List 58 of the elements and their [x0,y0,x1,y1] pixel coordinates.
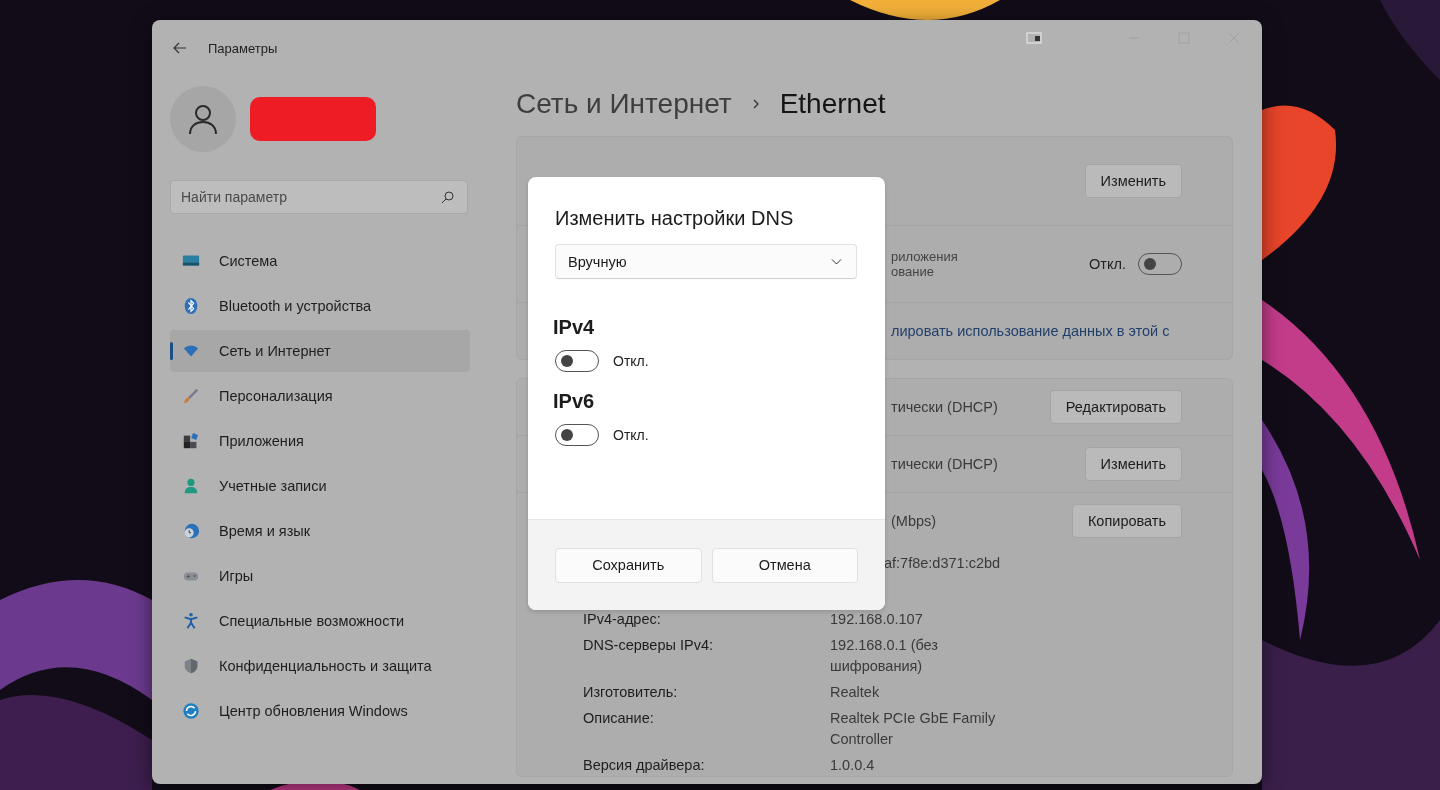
property-value: Realtek PCIe GbE Family Controller [830,709,997,749]
property-value: 192.168.0.107 [830,610,924,629]
sidebar-item[interactable]: Конфиденциальность и защита [170,645,470,687]
property-value: af:7f8e:d371:c2bd [883,554,1002,573]
section-heading: IPv6 [553,390,596,413]
back-arrow-icon[interactable] [172,40,188,56]
property-label: Версия драйвера: [583,756,706,775]
property-value: 192.168.0.1 (без шифрования) [830,636,939,676]
sidebar-item[interactable]: Bluetooth и устройства [170,285,470,327]
sidebar-item[interactable]: Центр обновления Windows [170,690,470,732]
category-icon [182,657,200,675]
sidebar-item[interactable]: Система [170,240,470,282]
category-icon [182,702,200,720]
window-title: Параметры [208,40,278,56]
dialog-button[interactable]: Отмена [711,547,858,583]
breadcrumb-link[interactable]: Сеть и Интернет [516,88,732,120]
action-button[interactable]: Изменить [1084,447,1182,481]
action-button[interactable]: Копировать [1071,504,1182,538]
property-label: IPv4-адрес: [583,610,662,629]
toggle-state: Откл. [1089,256,1126,272]
sidebar-item[interactable]: Время и язык [170,510,470,552]
dialog-title: Изменить настройки DNS [555,207,795,230]
setting-text: (Mbps) [891,513,937,529]
category-icon [182,522,200,540]
action-button[interactable]: Редактировать [1049,390,1182,424]
toggle-state: Откл. [613,353,649,369]
setting-link[interactable]: лировать использование данных в этой с [891,323,1170,339]
section-heading: IPv4 [553,316,596,339]
category-icon [182,612,200,630]
sidebar-item[interactable]: Приложения [170,420,470,462]
search-field[interactable]: Найти параметр [170,180,468,214]
property-value: Realtek [830,683,881,702]
search-icon [441,191,454,204]
setting-text: тически (DHCP) [891,399,998,415]
sidebar-item[interactable]: Игры [170,555,470,597]
sidebar-item[interactable]: Учетные записи [170,465,470,507]
person-icon [186,102,220,136]
sidebar-item[interactable]: Персонализация [170,375,470,417]
dropdown[interactable]: Вручную [555,244,857,279]
category-icon [182,387,200,405]
property-label: Описание: [583,709,655,728]
setting-text: тически (DHCP) [891,456,998,472]
setting-text: ование [891,264,935,279]
chevron-down-icon [831,256,842,267]
category-icon [182,297,200,315]
property-value: 1.0.0.4 [830,756,876,775]
property-label: DNS-серверы IPv4: [583,636,714,655]
property-label: Изготовитель: [583,683,679,702]
sidebar-item[interactable]: Сеть и Интернет [170,330,470,372]
category-icon [182,477,200,495]
window-icon[interactable] [1026,30,1042,46]
page-title: Ethernet [779,88,886,120]
setting-text: риложения [891,249,958,264]
action-button[interactable]: Изменить [1084,164,1182,198]
dialog-button[interactable]: Сохранить [555,547,702,583]
toggle-state: Откл. [613,427,649,443]
category-icon [182,432,200,450]
sidebar-item[interactable]: Специальные возможности [170,600,470,642]
